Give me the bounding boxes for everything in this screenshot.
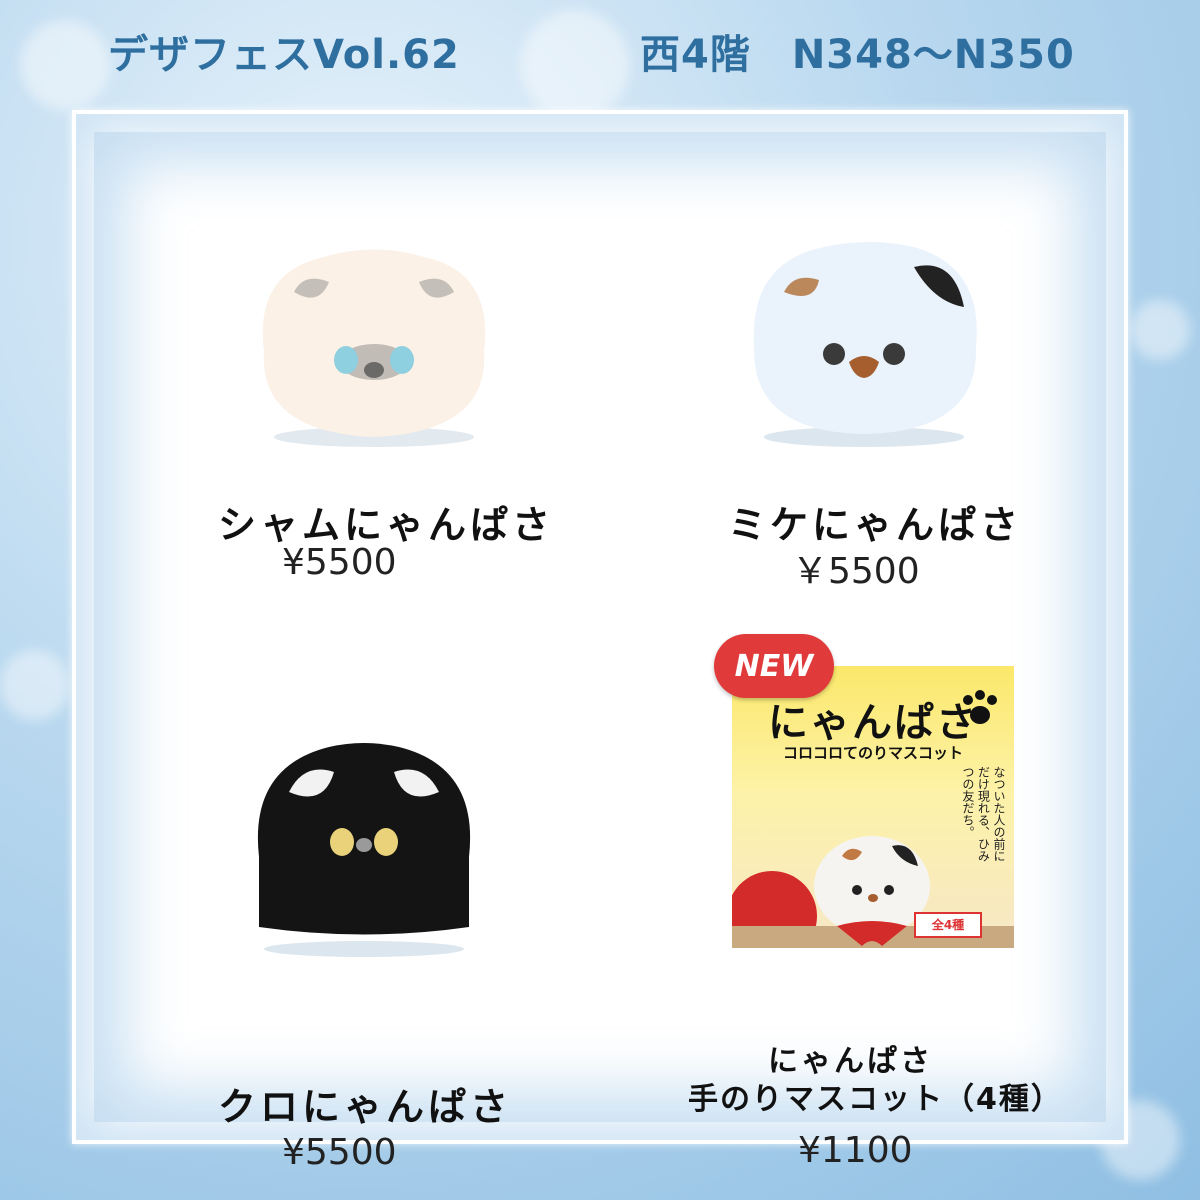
product-price: ¥5500 [282, 542, 397, 583]
product-panel: シャムにゃんぱさ ¥5500 ミケにゃんぱさ ￥5500 クロにゃんぱさ ¥55… [94, 132, 1106, 1173]
product-name-line2: 手のりマスコット（4種） [688, 1082, 1063, 1117]
product-name: クロにゃんぱさ [218, 1085, 513, 1129]
product-price: ¥1100 [798, 1130, 913, 1171]
black-cat-plush-icon [257, 743, 471, 957]
package-card-icon: にゃんぱさ コロコロてのりマスコット なついた人の前にだけ現れる、ひみつの友だち… [714, 634, 1018, 948]
product-siamese[interactable]: シャムにゃんぱさ ¥5500 [94, 132, 604, 632]
product-frame: シャムにゃんぱさ ¥5500 ミケにゃんぱさ ￥5500 クロにゃんぱさ ¥55… [72, 110, 1128, 1173]
event-title: デザフェスVol.62 [108, 32, 460, 78]
paw-icon [963, 690, 997, 724]
calico-cat-plush-icon [753, 242, 977, 447]
bokeh-light [1130, 300, 1190, 360]
product-name: シャムにゃんぱさ [218, 503, 555, 547]
product-black[interactable]: クロにゃんぱさ ¥5500 [94, 632, 604, 1173]
product-calico[interactable]: ミケにゃんぱさ ￥5500 [604, 132, 1114, 632]
package-card: にゃんぱさ コロコロてのりマスコット なついた人の前にだけ現れる、ひみつの友だち… [732, 666, 1014, 948]
card-subtitle: コロコロてのりマスコット [782, 744, 963, 762]
card-count: 全4種 [914, 912, 982, 938]
booth-location: 西4階 N348〜N350 [640, 32, 1075, 78]
siamese-cat-plush-icon [262, 249, 486, 447]
new-badge: NEW [714, 634, 834, 698]
product-mascot[interactable]: にゃんぱさ コロコロてのりマスコット なついた人の前にだけ現れる、ひみつの友だち… [604, 632, 1114, 1171]
bokeh-light [0, 650, 70, 720]
product-price: ¥5500 [282, 1132, 397, 1173]
product-name: ミケにゃんぱさ [728, 503, 1023, 547]
product-price: ￥5500 [792, 551, 920, 592]
header: デザフェスVol.62 西4階 N348〜N350 [0, 22, 1200, 82]
